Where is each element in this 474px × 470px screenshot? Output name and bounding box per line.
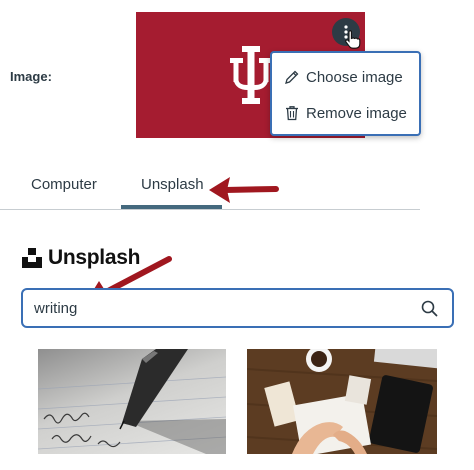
unsplash-logo-icon — [22, 248, 42, 268]
remove-image-menu-item[interactable]: Remove image — [272, 95, 419, 131]
pen-writing-photo — [38, 349, 226, 454]
search-input-value[interactable]: writing — [34, 300, 77, 317]
unsplash-search-field[interactable]: writing — [21, 288, 454, 328]
image-field-label: Image: — [10, 69, 52, 84]
image-options-menu: Choose image Remove image — [270, 51, 421, 136]
pencil-icon — [285, 70, 299, 84]
tab-unsplash[interactable]: Unsplash — [141, 176, 204, 193]
remove-image-label: Remove image — [306, 104, 407, 122]
search-icon[interactable] — [421, 300, 438, 317]
search-result-thumbnail-2[interactable] — [247, 349, 437, 454]
tab-computer[interactable]: Computer — [31, 176, 97, 193]
choose-image-menu-item[interactable]: Choose image — [272, 59, 419, 95]
annotation-arrow-tab — [209, 177, 279, 203]
desk-writing-photo — [247, 349, 437, 454]
hand-cursor-icon — [345, 30, 361, 49]
trash-icon — [286, 106, 298, 121]
iu-trident-logo — [230, 46, 272, 104]
choose-image-label: Choose image — [306, 68, 403, 86]
search-result-thumbnail-1[interactable] — [38, 349, 226, 454]
